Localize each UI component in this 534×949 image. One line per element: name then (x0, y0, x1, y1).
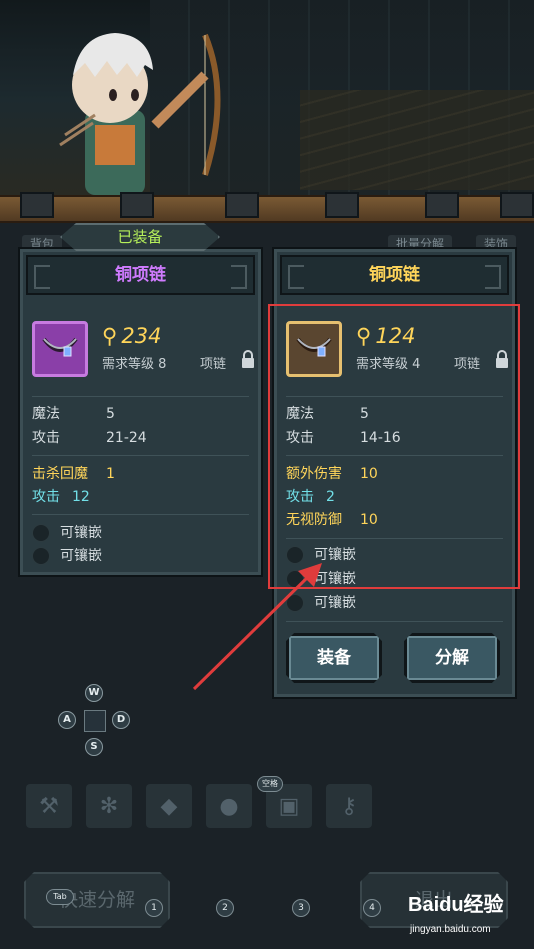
stat-row: 魔法 5 (32, 404, 115, 424)
rail-blocks (0, 192, 534, 222)
stat-name: 攻击 (32, 430, 60, 446)
socket-label: 可镶嵌 (60, 548, 102, 564)
dpad-center (84, 710, 106, 732)
item-name: 铜项链 (26, 255, 255, 295)
annotation-highlight-box (268, 304, 520, 589)
stat-name: 攻击 (32, 489, 60, 505)
stat-name: 魔法 (32, 406, 60, 422)
stat-value: 12 (72, 489, 90, 505)
number-hint: 1 (145, 899, 163, 917)
equipped-label: 已装备 (60, 223, 220, 251)
rail-block (20, 192, 54, 218)
socket-icon (32, 547, 50, 565)
space-key-hint: 空格 (257, 776, 283, 792)
hero-character (59, 33, 221, 195)
necklace-icon (42, 337, 78, 357)
key-w[interactable]: W (85, 684, 103, 702)
baidu-watermark: Baidu经验 jingyan.baidu.com (400, 886, 530, 942)
watermark-url: jingyan.baidu.com (410, 924, 491, 935)
stat-value: 21-24 (106, 430, 147, 446)
equipped-item-panel: 铜项链 ⚲ 234 需求等级 8 项链 魔法 5 攻击 21-24 击杀回魔 1 攻击 1… (18, 247, 263, 577)
socket-icon (32, 524, 50, 542)
number-hint: 4 (363, 899, 381, 917)
number-hint: 3 (292, 899, 310, 917)
dpad-hint: W A D S (58, 684, 132, 758)
power-score: ⚲ 234 (102, 324, 161, 348)
rail-block (425, 192, 459, 218)
game-scene (0, 0, 534, 200)
divider (32, 514, 249, 515)
boot-icon: ⚲ (102, 324, 118, 348)
socket-row[interactable]: 可镶嵌 (32, 546, 102, 566)
bonus-stat-row: 击杀回魔 1 (32, 464, 115, 484)
rail-block (225, 192, 259, 218)
item-name: 铜项链 (280, 255, 509, 295)
key-a[interactable]: A (58, 711, 76, 729)
gem-icon[interactable]: ◆ (146, 784, 192, 828)
stat-value: 5 (106, 406, 115, 422)
rail-block (120, 192, 154, 218)
level-requirement: 需求等级 8 (102, 357, 167, 372)
tab-key-hint: Tab (46, 889, 74, 905)
hammer-icon[interactable]: ⚒ (26, 784, 72, 828)
decompose-button[interactable]: 分解 (404, 633, 500, 683)
rail-block (500, 192, 534, 218)
item-icon-slot (32, 321, 88, 377)
key-d[interactable]: D (112, 711, 130, 729)
stat-row: 攻击 21-24 (32, 428, 147, 448)
socket-row[interactable]: 可镶嵌 (32, 523, 102, 543)
stat-value: 1 (106, 466, 115, 482)
rail-block (325, 192, 359, 218)
paw-icon[interactable]: ✻ (86, 784, 132, 828)
lock-icon[interactable] (240, 349, 256, 369)
number-hint: 2 (216, 899, 234, 917)
bonus-stat-row: 攻击 12 (32, 487, 90, 507)
divider (32, 396, 249, 397)
socket-label: 可镶嵌 (60, 525, 102, 541)
power-value: 234 (121, 324, 162, 348)
item-slot-type: 项链 (200, 357, 227, 372)
divider (32, 455, 249, 456)
watermark-brand: Baidu经验 (408, 894, 504, 916)
scene-planks (300, 90, 534, 190)
stat-name: 击杀回魔 (32, 466, 88, 482)
annotation-arrow (192, 563, 322, 691)
key-s[interactable]: S (85, 738, 103, 756)
gloves-icon[interactable]: ● (206, 784, 252, 828)
key-icon[interactable]: ⚷ (326, 784, 372, 828)
